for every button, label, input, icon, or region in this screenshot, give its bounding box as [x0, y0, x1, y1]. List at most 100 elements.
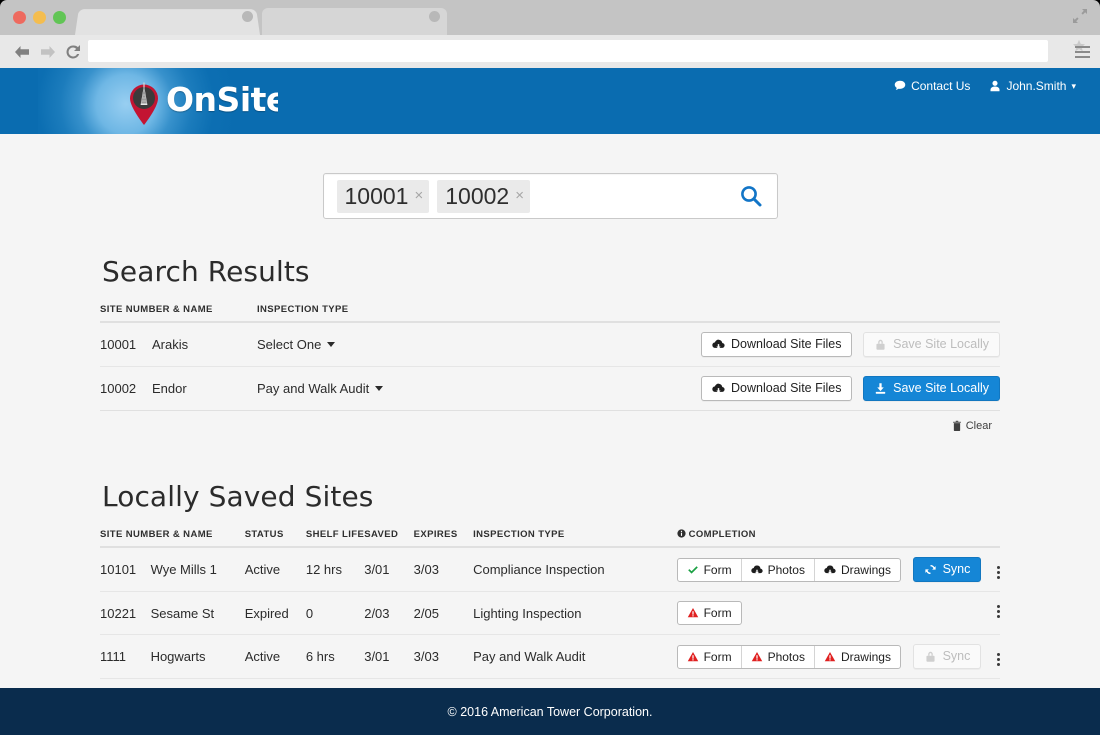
- expand-arrows-icon[interactable]: [1072, 8, 1088, 24]
- inspection-type-cell: Pay and Walk Audit: [257, 366, 475, 411]
- column-header-completion: COMPLETION: [676, 525, 1000, 548]
- table-row: 1111 Hogwarts Active 6 hrs 3/01 3/03 Pay…: [100, 634, 1000, 679]
- column-header-expires: EXPIRES: [413, 525, 474, 548]
- saved-date: 3/01: [364, 634, 414, 679]
- shelf-life: 0: [305, 591, 365, 635]
- drawings-button[interactable]: Drawings: [815, 559, 900, 581]
- map-pin-tower-icon: [130, 82, 158, 125]
- check-icon: [687, 566, 698, 574]
- browser-tab-1[interactable]: [75, 9, 260, 35]
- form-label: Form: [703, 606, 732, 620]
- site-number: 10001: [100, 322, 152, 367]
- column-header-inspection-type: INSPECTION TYPE: [473, 525, 677, 548]
- completion-cell: Form: [676, 591, 1000, 635]
- table-row: 10101 Wye Mills 1 Active 12 hrs 3/01 3/0…: [100, 547, 1000, 592]
- inspection-type-value: Select One: [257, 337, 322, 352]
- inspection-type-dropdown[interactable]: Select One: [257, 337, 336, 352]
- shelf-life: 6 hrs: [305, 634, 365, 679]
- column-header-saved: SAVED: [364, 525, 414, 548]
- sync-button: Sync: [912, 644, 982, 669]
- search-section: 10001 × 10002 ×: [0, 134, 1100, 219]
- form-button[interactable]: Form: [678, 646, 742, 668]
- window-controls[interactable]: [13, 11, 66, 24]
- column-header-status: STATUS: [244, 525, 306, 548]
- site-name: Hogwarts: [150, 634, 245, 679]
- address-bar[interactable]: [88, 40, 1048, 62]
- row-menu-button[interactable]: [997, 566, 1000, 580]
- hamburger-menu-icon[interactable]: [1075, 46, 1090, 61]
- search-icon[interactable]: [739, 184, 763, 208]
- download-tray-icon: [875, 383, 886, 394]
- row-actions: Download Site Files Save Site Locally: [474, 322, 1000, 367]
- browser-tab-2[interactable]: [262, 8, 447, 35]
- save-site-locally-label: Save Site Locally: [893, 381, 989, 396]
- table-row: 10221 Sesame St Expired 0 2/03 2/05 Ligh…: [100, 591, 1000, 635]
- user-menu[interactable]: John.Smith ▾: [989, 79, 1076, 93]
- back-arrow-icon[interactable]: [12, 42, 32, 62]
- expires-date: 2/05: [413, 591, 474, 635]
- status: Active: [244, 634, 306, 679]
- photos-button[interactable]: Photos: [742, 559, 815, 581]
- contact-us-link[interactable]: Contact Us: [894, 79, 970, 93]
- photos-button[interactable]: Photos: [742, 646, 815, 668]
- cloud-download-icon: [712, 339, 725, 349]
- site-name: Wye Mills 1: [150, 547, 245, 592]
- locally-saved-title: Locally Saved Sites: [102, 480, 374, 513]
- save-site-locally-button: Save Site Locally: [863, 332, 1000, 357]
- download-site-files-button[interactable]: Download Site Files: [701, 376, 853, 401]
- inspection-type-dropdown[interactable]: Pay and Walk Audit: [257, 381, 384, 396]
- screenshot-root: OnSite Contact Us John.Smith ▾ 10001 × 1…: [0, 0, 1100, 735]
- minimize-window-button[interactable]: [33, 11, 46, 24]
- forward-arrow-icon[interactable]: [38, 42, 58, 62]
- page-footer: © 2016 American Tower Corporation.: [0, 688, 1100, 735]
- cloud-download-icon: [750, 565, 763, 575]
- clear-search-results-button[interactable]: Clear: [952, 420, 992, 432]
- inspection-type: Lighting Inspection: [473, 591, 677, 635]
- saved-date: 2/03: [364, 591, 414, 635]
- site-name: Endor: [152, 366, 257, 411]
- status: Expired: [244, 591, 306, 635]
- tab-close-icon[interactable]: [242, 11, 253, 22]
- logo[interactable]: OnSite: [38, 68, 278, 134]
- search-bar[interactable]: 10001 × 10002 ×: [322, 173, 778, 219]
- column-header-actions: [474, 300, 1000, 323]
- shelf-life: 12 hrs: [305, 547, 365, 592]
- comment-icon: [894, 80, 906, 90]
- drawings-button[interactable]: Drawings: [815, 646, 900, 668]
- row-actions: Download Site Files Save Site Locally: [474, 366, 1000, 411]
- form-button[interactable]: Form: [678, 559, 742, 581]
- site-name: Sesame St: [150, 591, 245, 635]
- lock-icon: [926, 651, 935, 662]
- remove-tag-icon[interactable]: ×: [515, 188, 524, 203]
- browser-chrome: [0, 0, 1100, 68]
- lock-icon: [876, 339, 885, 350]
- user-name-label: John.Smith: [1006, 79, 1067, 93]
- inspection-type-cell: Select One: [257, 322, 475, 367]
- clear-label: Clear: [965, 419, 992, 432]
- warning-triangle-icon: [687, 652, 698, 662]
- drawings-label: Drawings: [840, 563, 891, 577]
- completion-button-group: Form Photos: [676, 558, 901, 582]
- logo-text: OnSite: [166, 80, 278, 119]
- search-tag[interactable]: 10001 ×: [336, 179, 430, 213]
- search-tag[interactable]: 10002 ×: [437, 179, 530, 213]
- close-window-button[interactable]: [13, 11, 26, 24]
- drawings-label: Drawings: [840, 650, 891, 664]
- row-menu-button[interactable]: [997, 605, 1000, 618]
- completion-cell: Form Photos: [676, 634, 1000, 679]
- tab-close-icon[interactable]: [429, 11, 440, 22]
- expires-date: 3/03: [413, 634, 474, 679]
- status: Active: [244, 547, 306, 592]
- warning-triangle-icon: [751, 652, 762, 662]
- reload-icon[interactable]: [63, 42, 83, 62]
- download-site-files-button[interactable]: Download Site Files: [701, 332, 853, 357]
- remove-tag-icon[interactable]: ×: [414, 188, 423, 203]
- table-row: 10001 Arakis Select One Download Site Fi…: [100, 322, 1000, 367]
- save-site-locally-button[interactable]: Save Site Locally: [863, 376, 1000, 401]
- sync-button[interactable]: Sync: [912, 557, 982, 582]
- maximize-window-button[interactable]: [53, 11, 66, 24]
- cloud-download-icon: [712, 383, 725, 393]
- sync-label: Sync: [942, 649, 971, 664]
- row-menu-button[interactable]: [997, 653, 1000, 667]
- form-button[interactable]: Form: [678, 602, 741, 624]
